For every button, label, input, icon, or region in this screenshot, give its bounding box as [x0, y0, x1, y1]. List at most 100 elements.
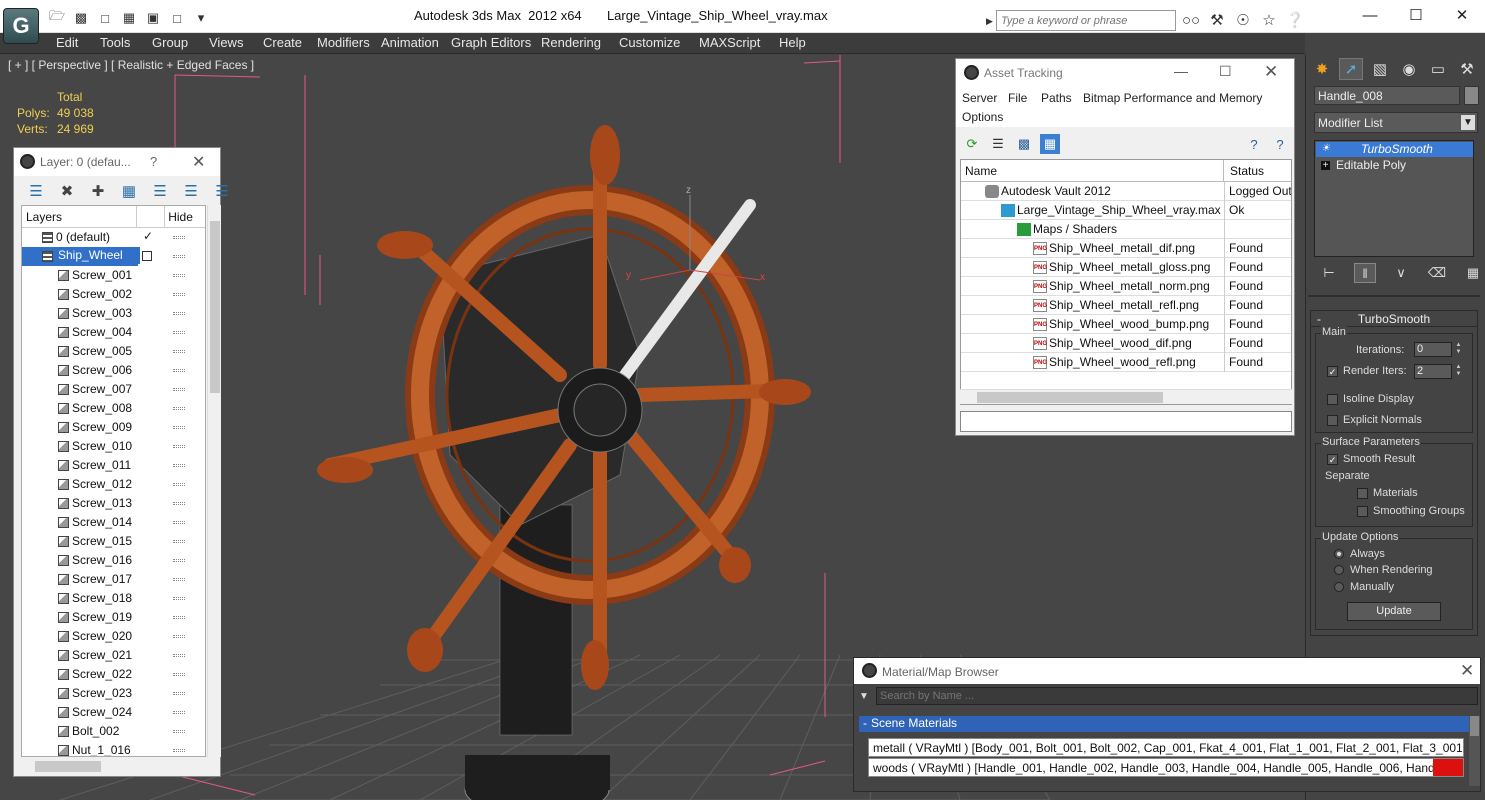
show-end-result-icon[interactable]: ‖: [1354, 263, 1376, 283]
utilities-tab-icon[interactable]: ⚒: [1455, 58, 1479, 80]
asset-row[interactable]: PNG Ship_Wheel_wood_bump.png Found: [961, 315, 1291, 334]
refresh-icon[interactable]: ⟳: [962, 134, 982, 154]
save-icon[interactable]: ▩: [70, 8, 92, 28]
hide-toggle[interactable]: [173, 255, 185, 258]
menu-paths[interactable]: Paths: [1041, 91, 1072, 105]
layer-row[interactable]: Screw_013: [22, 494, 205, 513]
hide-toggle[interactable]: [173, 540, 185, 543]
app-logo-icon[interactable]: G: [3, 8, 39, 44]
add-to-layer-icon[interactable]: ✚: [86, 180, 110, 202]
close-icon[interactable]: ✕: [192, 152, 205, 172]
hide-toggle[interactable]: [173, 692, 185, 695]
material-vertical-scrollbar[interactable]: [1469, 716, 1480, 786]
menu-tools[interactable]: Tools: [100, 35, 130, 50]
set-current-icon[interactable]: [142, 251, 152, 261]
search-input[interactable]: [996, 10, 1176, 31]
modify-tab-icon[interactable]: ➚: [1339, 58, 1363, 80]
asset-row[interactable]: PNG Ship_Wheel_metall_norm.png Found: [961, 277, 1291, 296]
hide-toggle[interactable]: [173, 521, 185, 524]
viewport-label[interactable]: [ + ] [ Perspective ] [ Realistic + Edge…: [8, 58, 254, 72]
layer-row[interactable]: Screw_007: [22, 380, 205, 399]
menu-bitmap-performance[interactable]: Bitmap Performance and Memory: [1083, 91, 1262, 105]
layer-row[interactable]: Screw_006: [22, 361, 205, 380]
help-icon[interactable]: ?: [150, 154, 157, 169]
asset-row[interactable]: PNG Ship_Wheel_metall_dif.png Found: [961, 239, 1291, 258]
satellite-icon[interactable]: ☉: [1232, 10, 1254, 30]
close-icon[interactable]: ✕: [1439, 0, 1485, 30]
layer-vertical-scrollbar[interactable]: [207, 205, 221, 757]
column-layers[interactable]: Layers: [22, 206, 138, 227]
asset-row[interactable]: PNG Ship_Wheel_metall_refl.png Found: [961, 296, 1291, 315]
menu-customize[interactable]: Customize: [619, 35, 680, 50]
asset-row[interactable]: Autodesk Vault 2012 Logged Out: [961, 182, 1291, 201]
menu-graph-editors[interactable]: Graph Editors: [451, 35, 531, 50]
hide-toggle[interactable]: [173, 578, 185, 581]
display-tab-icon[interactable]: ▭: [1426, 58, 1450, 80]
layer-row[interactable]: Screw_003: [22, 304, 205, 323]
hide-toggle[interactable]: [173, 350, 185, 353]
layer-row[interactable]: Screw_004: [22, 323, 205, 342]
dropdown-icon[interactable]: ▾: [190, 8, 212, 28]
menu-file[interactable]: File: [1008, 91, 1027, 105]
select-layer-icon[interactable]: ☰: [148, 180, 172, 202]
layer-row[interactable]: Screw_019: [22, 608, 205, 627]
asset-tracking-titlebar[interactable]: Asset Tracking — ☐ ✕: [956, 59, 1294, 87]
render-iters-spinner[interactable]: 2: [1414, 364, 1452, 379]
expand-plus-icon[interactable]: +: [1321, 161, 1330, 171]
layer-row[interactable]: 0 (default) ✓: [22, 228, 205, 247]
binoculars-icon[interactable]: ○○: [1180, 10, 1202, 30]
thumbnail-view-icon[interactable]: ▩: [1014, 134, 1034, 154]
close-icon[interactable]: ✕: [1460, 661, 1474, 681]
hide-toggle[interactable]: [173, 559, 185, 562]
layer-row[interactable]: Screw_001: [22, 266, 205, 285]
help-icon[interactable]: ?: [1244, 134, 1264, 154]
hide-toggle[interactable]: [173, 426, 185, 429]
layer-row[interactable]: Screw_017: [22, 570, 205, 589]
hide-toggle[interactable]: [173, 673, 185, 676]
layer-row[interactable]: Screw_011: [22, 456, 205, 475]
column-status[interactable]: Status: [1224, 160, 1264, 181]
menu-modifiers[interactable]: Modifiers: [317, 35, 370, 50]
layer-panel-titlebar[interactable]: Layer: 0 (defau... ? ✕: [14, 148, 220, 176]
hold-icon[interactable]: ▣: [142, 8, 164, 28]
render-iters-checkbox[interactable]: ✓: [1327, 366, 1338, 377]
turbosmooth-rollout-header[interactable]: - TurboSmooth: [1311, 311, 1477, 327]
layer-row[interactable]: Screw_008: [22, 399, 205, 418]
hide-toggle[interactable]: [173, 274, 185, 277]
minimize-icon[interactable]: —: [1347, 0, 1393, 30]
hide-toggle[interactable]: [173, 502, 185, 505]
hide-toggle[interactable]: [173, 654, 185, 657]
star-icon[interactable]: ☆: [1258, 10, 1280, 30]
hide-toggle[interactable]: [173, 464, 185, 467]
update-button[interactable]: Update: [1347, 602, 1441, 621]
options-dropdown-icon[interactable]: ▼: [859, 691, 869, 702]
table-view-icon[interactable]: ▦: [1040, 134, 1060, 154]
menu-edit[interactable]: Edit: [56, 35, 78, 50]
scene-materials-group[interactable]: - Scene Materials: [859, 716, 1469, 732]
create-layer-icon[interactable]: ☰: [24, 180, 48, 202]
layer-row[interactable]: Screw_010: [22, 437, 205, 456]
menu-create[interactable]: Create: [263, 35, 302, 50]
help-icon[interactable]: ❔: [1284, 10, 1306, 30]
stack-item-turbosmooth[interactable]: ☀ TurboSmooth: [1316, 142, 1473, 157]
asset-row[interactable]: Large_Vintage_Ship_Wheel_vray.max Ok: [961, 201, 1291, 220]
isoline-display-checkbox[interactable]: [1327, 394, 1338, 405]
hide-toggle[interactable]: [173, 312, 185, 315]
select-objects-icon[interactable]: ▦: [117, 180, 141, 202]
asset-path-field[interactable]: [960, 411, 1292, 432]
menu-help[interactable]: Help: [779, 35, 806, 50]
layer-row[interactable]: Screw_012: [22, 475, 205, 494]
materials-checkbox[interactable]: [1357, 488, 1368, 499]
hide-toggle[interactable]: [173, 293, 185, 296]
context-help-icon[interactable]: ?: [1270, 134, 1290, 154]
open-icon[interactable]: 🗁: [46, 8, 68, 28]
iterations-spinner[interactable]: 0: [1414, 342, 1452, 357]
layer-row[interactable]: Screw_015: [22, 532, 205, 551]
explicit-normals-checkbox[interactable]: [1327, 415, 1338, 426]
menu-animation[interactable]: Animation: [381, 35, 439, 50]
smoothing-groups-checkbox[interactable]: [1357, 506, 1368, 517]
hide-toggle[interactable]: [173, 407, 185, 410]
spinner-arrows-icon[interactable]: ▲ ▼: [1454, 342, 1463, 357]
layer-row[interactable]: Screw_023: [22, 684, 205, 703]
asset-row[interactable]: PNG Ship_Wheel_wood_refl.png Found: [961, 353, 1291, 372]
